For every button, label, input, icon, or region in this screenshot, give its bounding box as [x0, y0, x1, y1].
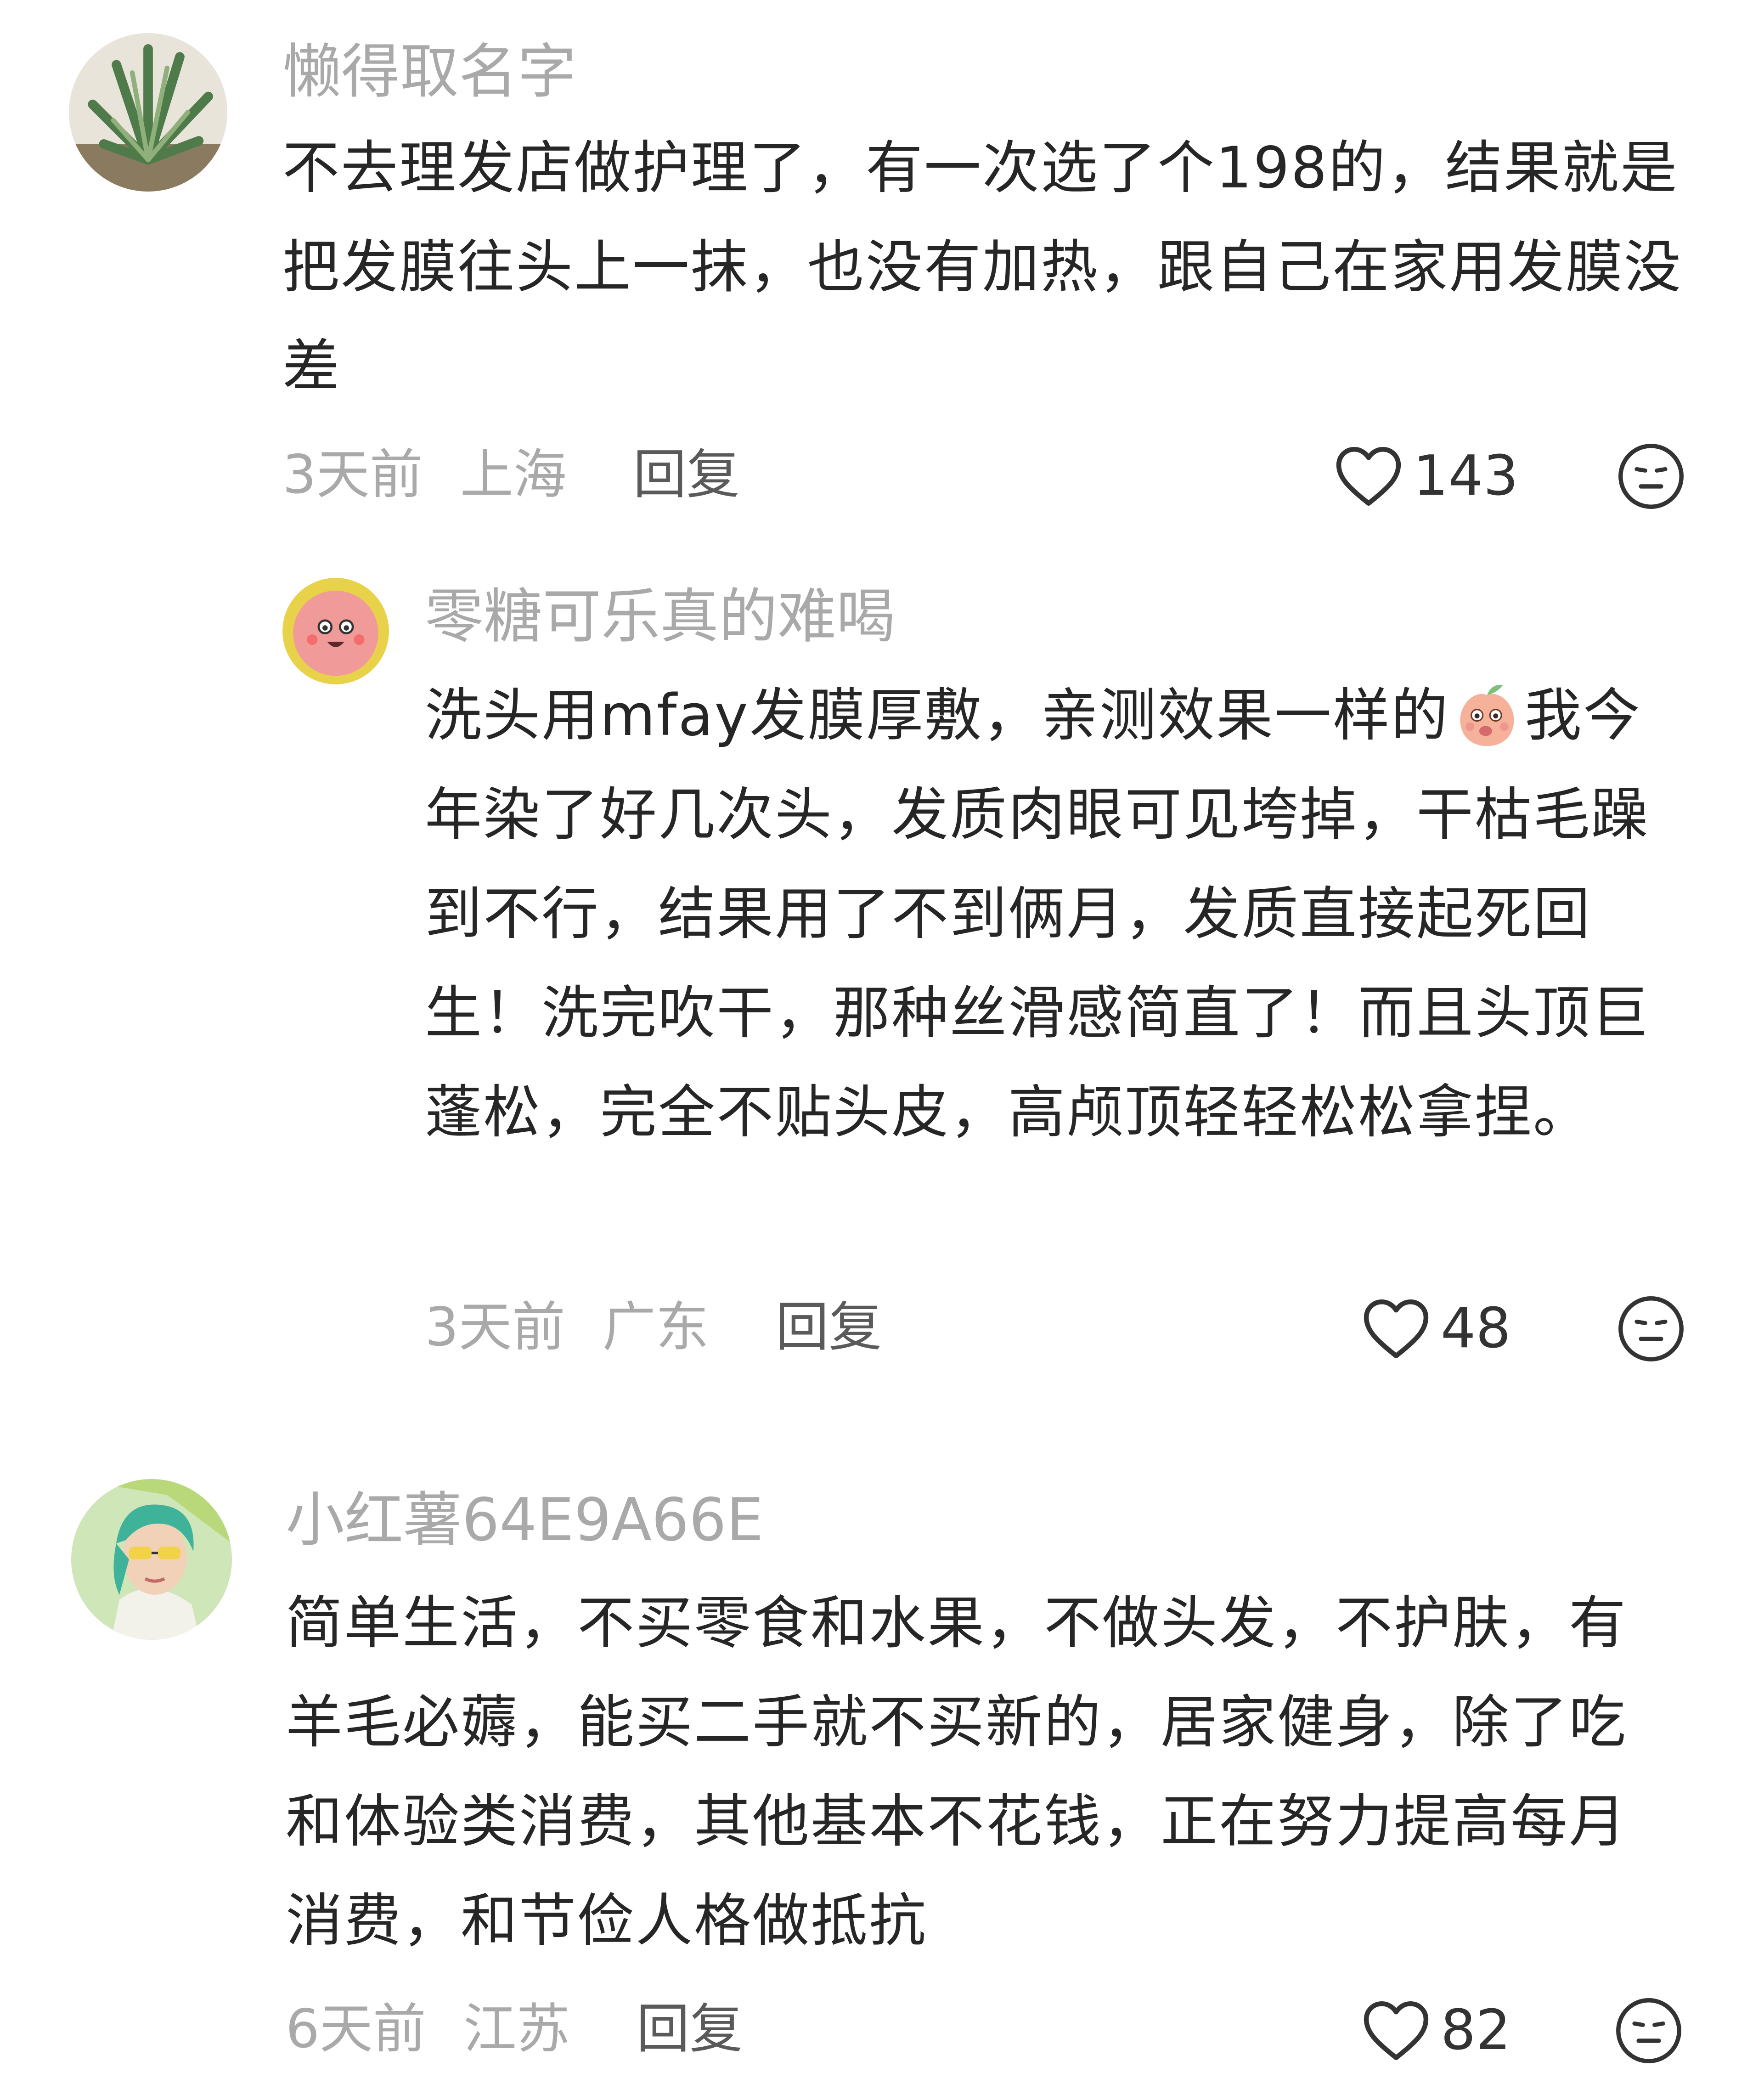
green-hair-girl-avatar [71, 1479, 232, 1640]
user-avatar[interactable] [71, 1479, 232, 1640]
comment-text-part: 我今年染了好几次头，发质肉眼可见垮掉，干枯毛躁到不行，结果用了不到俩月，发质直接… [425, 683, 1650, 1146]
comment-time: 3天前 [282, 444, 423, 506]
comment-meta: 3天前 广东 回复 [425, 1295, 882, 1360]
user-avatar[interactable] [282, 578, 389, 684]
reply-button[interactable]: 回复 [637, 1998, 743, 2060]
comment-time: 6天前 [286, 1998, 426, 2060]
neutral-face-icon [1616, 1998, 1681, 2063]
cartoon-baby-face-avatar [282, 578, 389, 684]
comment-item: 懒得取名字 不去理发店做护理了，有一次选了个198的，结果就是把发膜往头上一抹，… [0, 0, 1764, 528]
like-button[interactable]: 143 [1334, 442, 1518, 511]
user-avatar[interactable] [69, 33, 227, 192]
heart-outline-icon [1364, 2001, 1429, 2060]
like-count: 48 [1441, 1297, 1511, 1361]
dislike-button[interactable] [1617, 442, 1685, 511]
comment-username[interactable]: 小红薯64E9A66E [286, 1486, 764, 1555]
reply-button[interactable]: 回复 [776, 1296, 882, 1358]
like-count: 82 [1441, 1999, 1511, 2062]
comment-meta: 3天前 上海 回复 [282, 443, 740, 507]
comment-location: 广东 [602, 1296, 709, 1358]
comment-item: 小红薯64E9A66E 简单生活，不买零食和水果，不做头发，不护肤，有羊毛必薅，… [0, 1401, 1764, 2095]
comment-text: 洗头用mfay发膜厚敷，亲测效果一样的 我今年染了好几次头，发质肉眼可见垮掉，干… [425, 666, 1676, 1162]
comment-text: 简单生活，不买零食和水果，不做头发，不护肤，有羊毛必薅，能买二手就不买新的，居家… [286, 1590, 1628, 1954]
comment-text-part: 洗头用mfay发膜厚敷，亲测效果一样的 [425, 683, 1449, 749]
like-button[interactable]: 48 [1362, 1294, 1511, 1363]
dislike-button[interactable] [1617, 1294, 1685, 1363]
dislike-button[interactable] [1614, 1996, 1683, 2065]
comment-username[interactable]: 懒得取名字 [282, 38, 576, 107]
heart-outline-icon [1336, 447, 1401, 506]
reply-comment-item: 零糖可乐真的难喝 洗头用mfay发膜厚敷，亲测效果一样的 我今年染了好几次头，发… [0, 528, 1764, 1401]
neutral-face-icon [1618, 444, 1684, 509]
like-button[interactable]: 82 [1362, 1996, 1511, 2065]
comment-username[interactable]: 零糖可乐真的难喝 [425, 582, 895, 651]
succulent-plant-avatar [69, 33, 227, 192]
comment-location: 江苏 [463, 1998, 570, 2060]
comment-text: 不去理发店做护理了，有一次选了个198的，结果就是把发膜往头上一抹，也没有加热，… [282, 135, 1683, 400]
comment-time: 3天前 [425, 1296, 565, 1358]
neutral-face-icon [1618, 1296, 1684, 1361]
comment-list: 懒得取名字 不去理发店做护理了，有一次选了个198的，结果就是把发膜往头上一抹，… [0, 0, 1764, 2095]
comment-meta: 6天前 江苏 回复 [286, 1997, 743, 2061]
reply-button[interactable]: 回复 [633, 444, 740, 506]
peach-face-emoji [1460, 684, 1514, 746]
comment-location: 上海 [460, 444, 567, 506]
heart-outline-icon [1364, 1299, 1429, 1358]
like-count: 143 [1413, 444, 1519, 508]
